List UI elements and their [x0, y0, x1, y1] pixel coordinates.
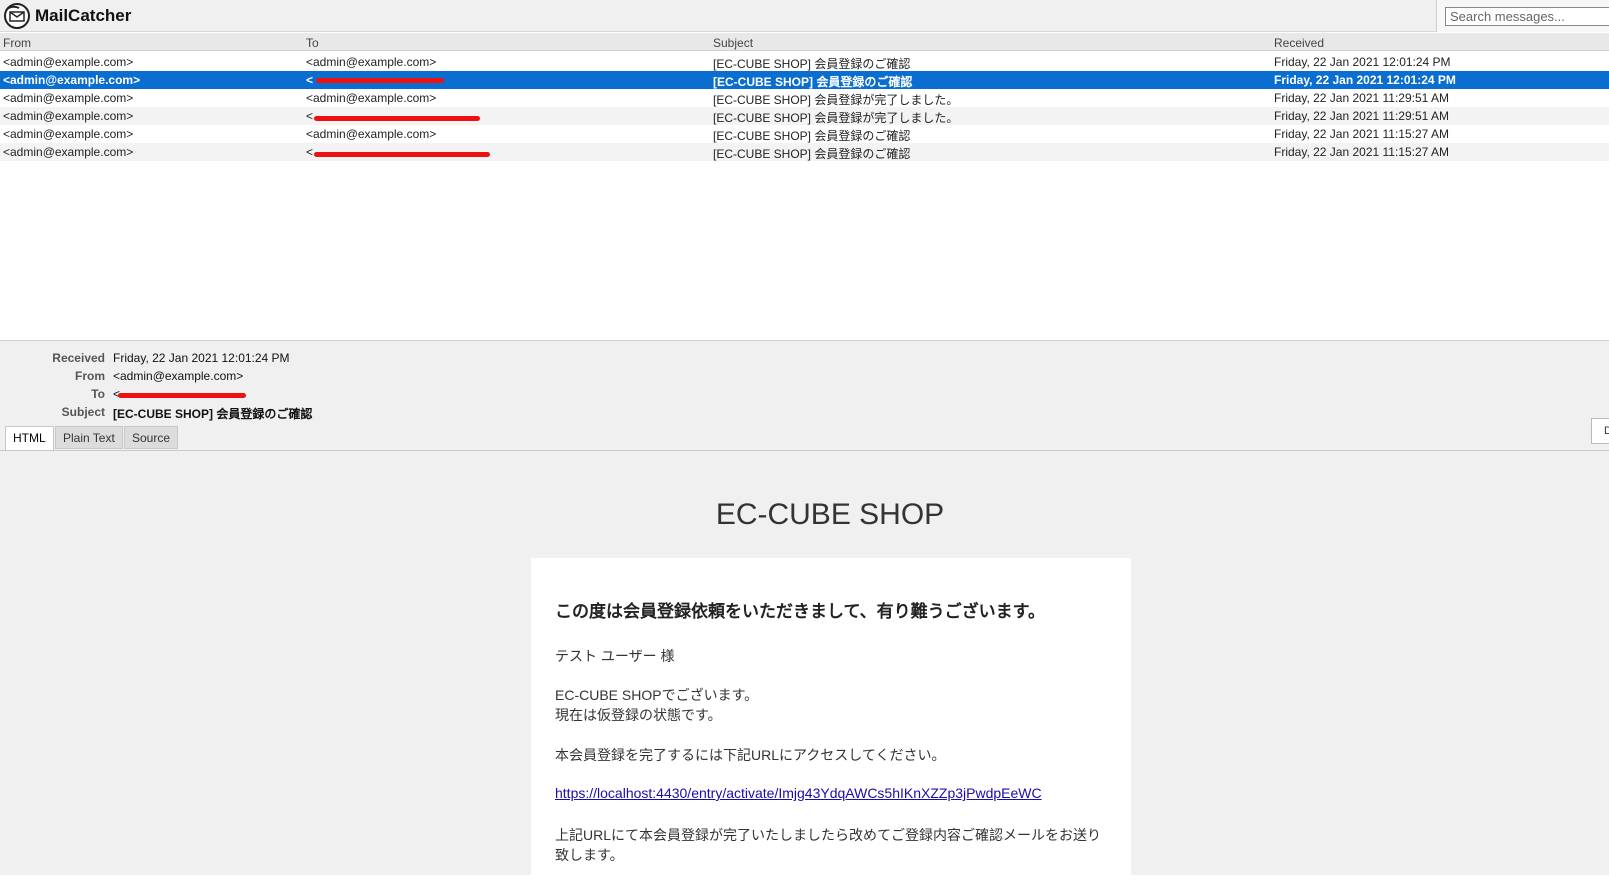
column-header-subject[interactable]: Subject: [713, 36, 1263, 50]
message-received: Friday, 22 Jan 2021 12:01:24 PM: [1274, 55, 1451, 69]
redaction-mark: [314, 152, 490, 157]
activation-link[interactable]: https://localhost:4430/entry/activate/Im…: [555, 785, 1042, 801]
email-card: この度は会員登録依頼をいただきまして、有り難うございます。 テスト ユーザー 様…: [531, 558, 1131, 888]
tab-plain-text[interactable]: Plain Text: [55, 426, 123, 449]
email-preview: EC-CUBE SHOP この度は会員登録依頼をいただきまして、有り難うございま…: [0, 450, 1609, 888]
value-from: <admin@example.com>: [113, 369, 244, 383]
message-list-header: From To Subject Received: [0, 33, 1609, 51]
message-subject: [EC-CUBE SHOP] 会員登録のご確認: [713, 147, 911, 161]
label-received: Received: [52, 351, 105, 365]
message-from: <admin@example.com>: [3, 91, 134, 105]
email-closing-line-1: 上記URLにて本会員登録が完了いたしましたら改めてご登録内容ご確認メールをお送り: [555, 827, 1102, 843]
column-header-from[interactable]: From: [3, 36, 293, 50]
column-header-to[interactable]: To: [306, 36, 706, 50]
download-button[interactable]: D: [1591, 418, 1609, 444]
message-list: <admin@example.com> <admin@example.com> …: [0, 53, 1609, 161]
label-from: From: [75, 369, 105, 383]
tab-source[interactable]: Source: [124, 426, 179, 449]
search-input[interactable]: [1445, 7, 1609, 26]
email-closing-line-2: 致します。: [555, 847, 624, 863]
column-header-received[interactable]: Received: [1274, 36, 1604, 50]
app-header: MailCatcher: [0, 0, 1609, 32]
label-to: To: [91, 387, 105, 401]
message-received: Friday, 22 Jan 2021 11:15:27 AM: [1274, 127, 1450, 141]
message-from: <admin@example.com>: [3, 55, 134, 69]
message-from: <admin@example.com>: [3, 145, 134, 159]
shop-title: EC-CUBE SHOP: [715, 498, 945, 531]
email-intro-line-2: 現在は仮登録の状態です。: [555, 707, 722, 723]
search-area: [1436, 0, 1609, 32]
message-subject: [EC-CUBE SHOP] 会員登録が完了しました。: [713, 111, 959, 125]
email-instruction: 本会員登録を完了するには下記URLにアクセスしてください。: [555, 747, 946, 763]
email-greeting: テスト ユーザー 様: [555, 648, 675, 664]
mailcatcher-logo-icon: [4, 3, 30, 29]
tab-html[interactable]: HTML: [5, 426, 54, 451]
message-received: Friday, 22 Jan 2021 11:29:51 AM: [1274, 91, 1450, 105]
message-from: <admin@example.com>: [3, 109, 134, 123]
message-received: Friday, 22 Jan 2021 12:01:24 PM: [1274, 73, 1456, 87]
message-details: Received Friday, 22 Jan 2021 12:01:24 PM…: [0, 340, 1609, 450]
value-subject: [EC-CUBE SHOP] 会員登録のご確認: [113, 407, 313, 421]
message-received: Friday, 22 Jan 2021 11:15:27 AM: [1274, 145, 1450, 159]
message-to: <admin@example.com>: [306, 127, 437, 141]
message-subject: [EC-CUBE SHOP] 会員登録が完了しました。: [713, 93, 959, 107]
message-subject: [EC-CUBE SHOP] 会員登録のご確認: [713, 57, 911, 71]
message-row[interactable]: <admin@example.com> < [EC-CUBE SHOP] 会員登…: [0, 107, 1609, 125]
message-from: <admin@example.com>: [3, 73, 141, 87]
message-to: <admin@example.com>: [306, 91, 437, 105]
message-subject: [EC-CUBE SHOP] 会員登録のご確認: [713, 129, 911, 143]
message-row-selected[interactable]: <admin@example.com> < [EC-CUBE SHOP] 会員登…: [0, 71, 1609, 89]
message-row[interactable]: <admin@example.com> <admin@example.com> …: [0, 53, 1609, 71]
message-received: Friday, 22 Jan 2021 11:29:51 AM: [1274, 109, 1450, 123]
label-subject: Subject: [61, 405, 105, 419]
message-to: <admin@example.com>: [306, 55, 437, 69]
message-row[interactable]: <admin@example.com> <admin@example.com> …: [0, 89, 1609, 107]
redaction-mark: [118, 393, 246, 398]
app-title: MailCatcher: [35, 6, 132, 25]
email-intro-line-1: EC-CUBE SHOPでございます。: [555, 687, 759, 703]
redaction-mark: [314, 116, 480, 121]
redaction-mark: [316, 78, 444, 83]
message-from: <admin@example.com>: [3, 127, 134, 141]
message-subject: [EC-CUBE SHOP] 会員登録のご確認: [713, 75, 913, 89]
value-received: Friday, 22 Jan 2021 12:01:24 PM: [113, 351, 290, 365]
message-row[interactable]: <admin@example.com> <admin@example.com> …: [0, 125, 1609, 143]
message-row[interactable]: <admin@example.com> < [EC-CUBE SHOP] 会員登…: [0, 143, 1609, 161]
email-headline: この度は会員登録依頼をいただきまして、有り難うございます。: [555, 602, 1045, 621]
